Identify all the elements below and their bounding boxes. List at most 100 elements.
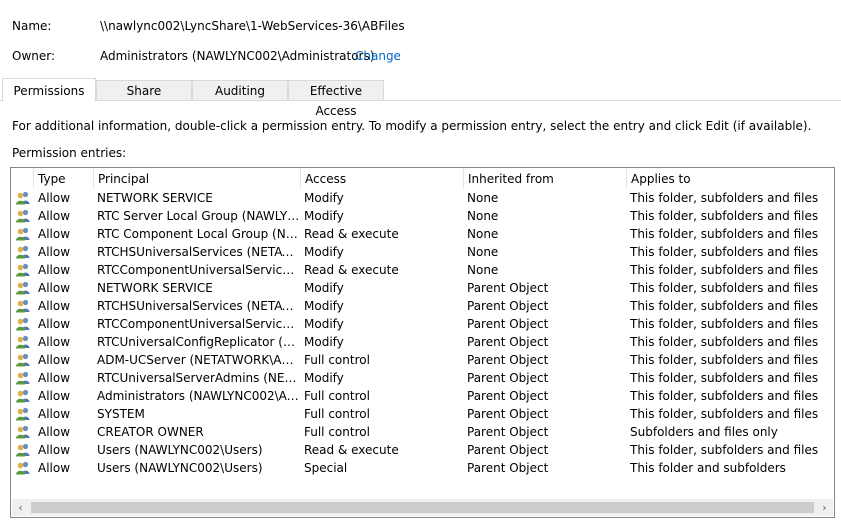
cell-inherited-from: Parent Object [467, 389, 549, 403]
cell-type: Allow [38, 461, 71, 475]
table-row[interactable]: Allow RTCHSUniversalServices (NETATWO... M… [11, 243, 834, 261]
horizontal-scrollbar[interactable]: ‹ › [12, 499, 833, 516]
table-row[interactable]: Allow NETWORK SERVICE Modify None This folde… [11, 189, 834, 207]
cell-applies-to: This folder, subfolders and files [630, 389, 819, 403]
table-row[interactable]: Allow RTC Server Local Group (NAWLYNC0...… [11, 207, 834, 225]
cell-type: Allow [38, 191, 71, 205]
permission-entries-list[interactable]: Type Principal Access Inherited from App… [10, 167, 835, 518]
cell-applies-to: This folder, subfolders and files [630, 407, 819, 421]
cell-access: Modify [304, 317, 344, 331]
cell-principal: CREATOR OWNER [97, 425, 204, 439]
owner-label: Owner: [12, 49, 56, 63]
column-header-type[interactable]: Type [34, 168, 94, 188]
scroll-left-arrow-icon[interactable]: ‹ [12, 499, 29, 516]
cell-inherited-from: Parent Object [467, 281, 549, 295]
table-row[interactable]: Allow Users (NAWLYNC002\Users) Read & exec… [11, 441, 834, 459]
cell-access: Modify [304, 245, 344, 259]
cell-inherited-from: None [467, 227, 499, 241]
cell-access: Read & execute [304, 263, 399, 277]
cell-inherited-from: Parent Object [467, 335, 549, 349]
cell-access: Full control [304, 425, 370, 439]
cell-applies-to: This folder, subfolders and files [630, 245, 819, 259]
cell-type: Allow [38, 245, 71, 259]
table-row[interactable]: Allow RTCHSUniversalServices (NETATWO... M… [11, 297, 834, 315]
users-icon [16, 371, 30, 385]
users-icon [16, 389, 30, 403]
table-row[interactable]: Allow RTCComponentUniversalServices (N...… [11, 261, 834, 279]
cell-type: Allow [38, 425, 71, 439]
cell-applies-to: This folder, subfolders and files [630, 263, 819, 277]
cell-applies-to: This folder, subfolders and files [630, 209, 819, 223]
users-icon [16, 335, 30, 349]
users-icon [13, 189, 33, 207]
cell-principal: ADM-UCServer (NETATWORK\ADM-... [97, 353, 300, 367]
tab-permissions[interactable]: Permissions [2, 78, 96, 102]
table-row[interactable]: Allow Users (NAWLYNC002\Users) Special Pare… [11, 459, 834, 477]
column-header-applies-to[interactable]: Applies to [627, 168, 834, 188]
cell-inherited-from: Parent Object [467, 299, 549, 313]
users-icon [13, 333, 33, 351]
cell-principal: RTCUniversalConfigReplicator (NETA... [97, 335, 300, 349]
users-icon [16, 461, 30, 475]
column-header-inherited-from[interactable]: Inherited from [464, 168, 627, 188]
cell-type: Allow [38, 209, 71, 223]
table-row[interactable]: Allow RTCUniversalConfigReplicator (NETA.… [11, 333, 834, 351]
owner-value: Administrators (NAWLYNC002\Administrator… [100, 49, 375, 63]
table-row[interactable]: Allow RTC Component Local Group (NAWL... R… [11, 225, 834, 243]
users-icon [13, 243, 33, 261]
cell-access: Modify [304, 371, 344, 385]
users-icon [16, 443, 30, 457]
users-icon [16, 245, 30, 259]
users-icon [13, 315, 33, 333]
tab-auditing[interactable]: Auditing [192, 80, 288, 100]
users-icon [16, 425, 30, 439]
cell-inherited-from: Parent Object [467, 425, 549, 439]
cell-access: Special [304, 461, 348, 475]
cell-applies-to: Subfolders and files only [630, 425, 778, 439]
table-row[interactable]: Allow SYSTEM Full control Parent Object This… [11, 405, 834, 423]
users-icon [13, 369, 33, 387]
cell-access: Read & execute [304, 227, 399, 241]
column-header-access[interactable]: Access [301, 168, 464, 188]
table-row[interactable]: Allow CREATOR OWNER Full control Parent Obj… [11, 423, 834, 441]
cell-access: Modify [304, 191, 344, 205]
column-header-icon[interactable] [11, 168, 34, 188]
cell-access: Full control [304, 389, 370, 403]
cell-principal: NETWORK SERVICE [97, 281, 213, 295]
cell-type: Allow [38, 389, 71, 403]
cell-type: Allow [38, 407, 71, 421]
tab-share[interactable]: Share [96, 80, 192, 100]
cell-inherited-from: None [467, 263, 499, 277]
table-row[interactable]: Allow ADM-UCServer (NETATWORK\ADM-... Full… [11, 351, 834, 369]
cell-inherited-from: Parent Object [467, 371, 549, 385]
cell-applies-to: This folder and subfolders [630, 461, 786, 475]
tab-effective-access[interactable]: Effective Access [288, 80, 384, 118]
table-row[interactable]: Allow RTCComponentUniversalServices (N...… [11, 315, 834, 333]
cell-applies-to: This folder, subfolders and files [630, 317, 819, 331]
users-icon [16, 263, 30, 277]
cell-access: Read & execute [304, 443, 399, 457]
scroll-right-arrow-icon[interactable]: › [816, 499, 833, 516]
list-header: Type Principal Access Inherited from App… [11, 168, 834, 188]
cell-principal: Users (NAWLYNC002\Users) [97, 461, 263, 475]
users-icon [13, 423, 33, 441]
cell-principal: Users (NAWLYNC002\Users) [97, 443, 263, 457]
table-row[interactable]: Allow NETWORK SERVICE Modify Parent Object T… [11, 279, 834, 297]
users-icon [16, 227, 30, 241]
users-icon [13, 441, 33, 459]
cell-type: Allow [38, 335, 71, 349]
users-icon [13, 405, 33, 423]
change-owner-link[interactable]: Change [355, 49, 401, 63]
column-header-principal[interactable]: Principal [94, 168, 301, 188]
users-icon [13, 207, 33, 225]
table-row[interactable]: Allow Administrators (NAWLYNC002\Admi... F… [11, 387, 834, 405]
scrollbar-thumb[interactable] [31, 502, 814, 513]
advanced-security-settings: Name: \\nawlync002\LyncShare\1-WebServic… [0, 0, 841, 526]
table-row[interactable]: Allow RTCUniversalServerAdmins (NETAT... M… [11, 369, 834, 387]
cell-applies-to: This folder, subfolders and files [630, 335, 819, 349]
cell-type: Allow [38, 263, 71, 277]
list-rows: Allow NETWORK SERVICE Modify None This folde… [11, 189, 834, 477]
cell-inherited-from: Parent Object [467, 407, 549, 421]
cell-inherited-from: Parent Object [467, 353, 549, 367]
users-icon [16, 353, 30, 367]
